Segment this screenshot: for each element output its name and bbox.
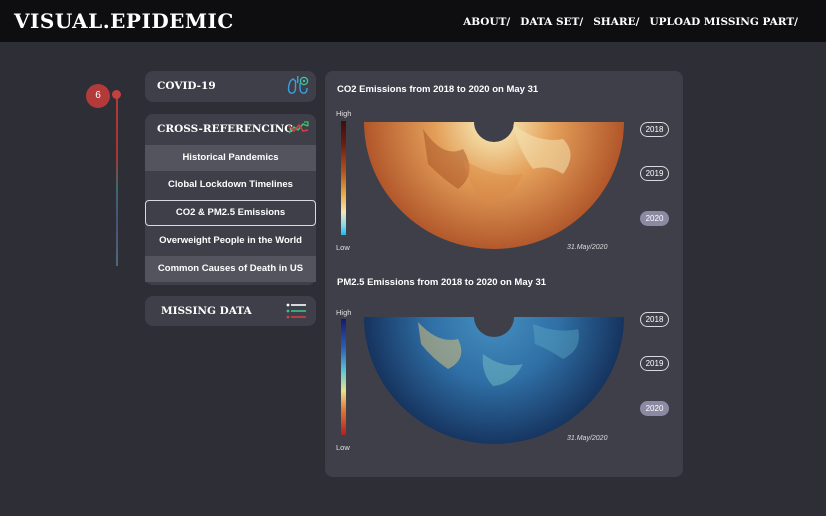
co2-map	[364, 122, 624, 249]
menu-item-causes-of-death[interactable]: Common Causes of Death in US	[145, 256, 316, 282]
menu-item-lockdown-timelines[interactable]: Clobal Lockdown Timelines	[145, 172, 316, 198]
cross-referencing-header[interactable]: CROSS-REFERENCING	[145, 114, 316, 144]
nav-share[interactable]: SHARE/	[593, 16, 639, 28]
trend-lines-icon	[288, 120, 310, 141]
top-bar: VISUAL.EPIDEMIC ABOUT/ DATA SET/ SHARE/ …	[0, 0, 826, 42]
emissions-panel: CO2 Emissions from 2018 to 2020 on May 3…	[325, 71, 683, 477]
menu-cross-referencing: CROSS-REFERENCING Historical Pandemics C…	[145, 114, 316, 285]
pm25-scale-high: High	[336, 308, 352, 317]
brand-logo[interactable]: VISUAL.EPIDEMIC	[14, 9, 234, 33]
co2-year-2019-button[interactable]: 2019	[640, 166, 669, 181]
pm25-year-2020-button[interactable]: 2020	[640, 401, 669, 416]
missing-data-label: MISSING DATA	[161, 305, 252, 317]
list-icon	[286, 302, 308, 325]
timeline-line	[116, 94, 118, 266]
menu-covid-label: COVID-19	[157, 80, 216, 92]
pm25-scale-low: Low	[336, 443, 350, 452]
co2-color-scale	[341, 121, 346, 235]
menu-missing-data[interactable]: MISSING DATA	[145, 296, 316, 326]
pm25-date: 31.May/2020	[567, 435, 608, 442]
timeline-badge[interactable]: 6	[86, 84, 110, 108]
pm25-year-2018-button[interactable]: 2018	[640, 312, 669, 327]
nav-data-set[interactable]: DATA SET/	[520, 16, 583, 28]
co2-scale-low: Low	[336, 243, 350, 252]
pm25-map	[364, 317, 624, 444]
co2-title: CO2 Emissions from 2018 to 2020 on May 3…	[337, 84, 539, 95]
co2-year-2018-button[interactable]: 2018	[640, 122, 669, 137]
menu-item-overweight[interactable]: Overweight People in the World	[145, 228, 316, 254]
cross-referencing-label: CROSS-REFERENCING	[157, 123, 294, 135]
pm25-year-2019-button[interactable]: 2019	[640, 356, 669, 371]
nav-upload-missing-part[interactable]: UPLOAD MISSING PART/	[649, 16, 798, 28]
nav-about[interactable]: ABOUT/	[463, 16, 510, 28]
pm25-color-scale	[341, 319, 346, 435]
timeline-dot[interactable]	[112, 90, 121, 99]
top-nav: ABOUT/ DATA SET/ SHARE/ UPLOAD MISSING P…	[463, 16, 798, 28]
menu-covid[interactable]: COVID-19	[145, 71, 316, 102]
menu-item-emissions[interactable]: CO2 & PM2.5 Emissions	[145, 200, 316, 226]
co2-date: 31.May/2020	[567, 244, 608, 251]
co2-year-2020-button[interactable]: 2020	[640, 211, 669, 226]
co2-scale-high: High	[336, 109, 352, 118]
pm25-title: PM2.5 Emissions from 2018 to 2020 on May…	[337, 277, 547, 288]
lungs-virus-icon	[286, 75, 310, 102]
menu-item-historical-pandemics[interactable]: Historical Pandemics	[145, 145, 316, 171]
